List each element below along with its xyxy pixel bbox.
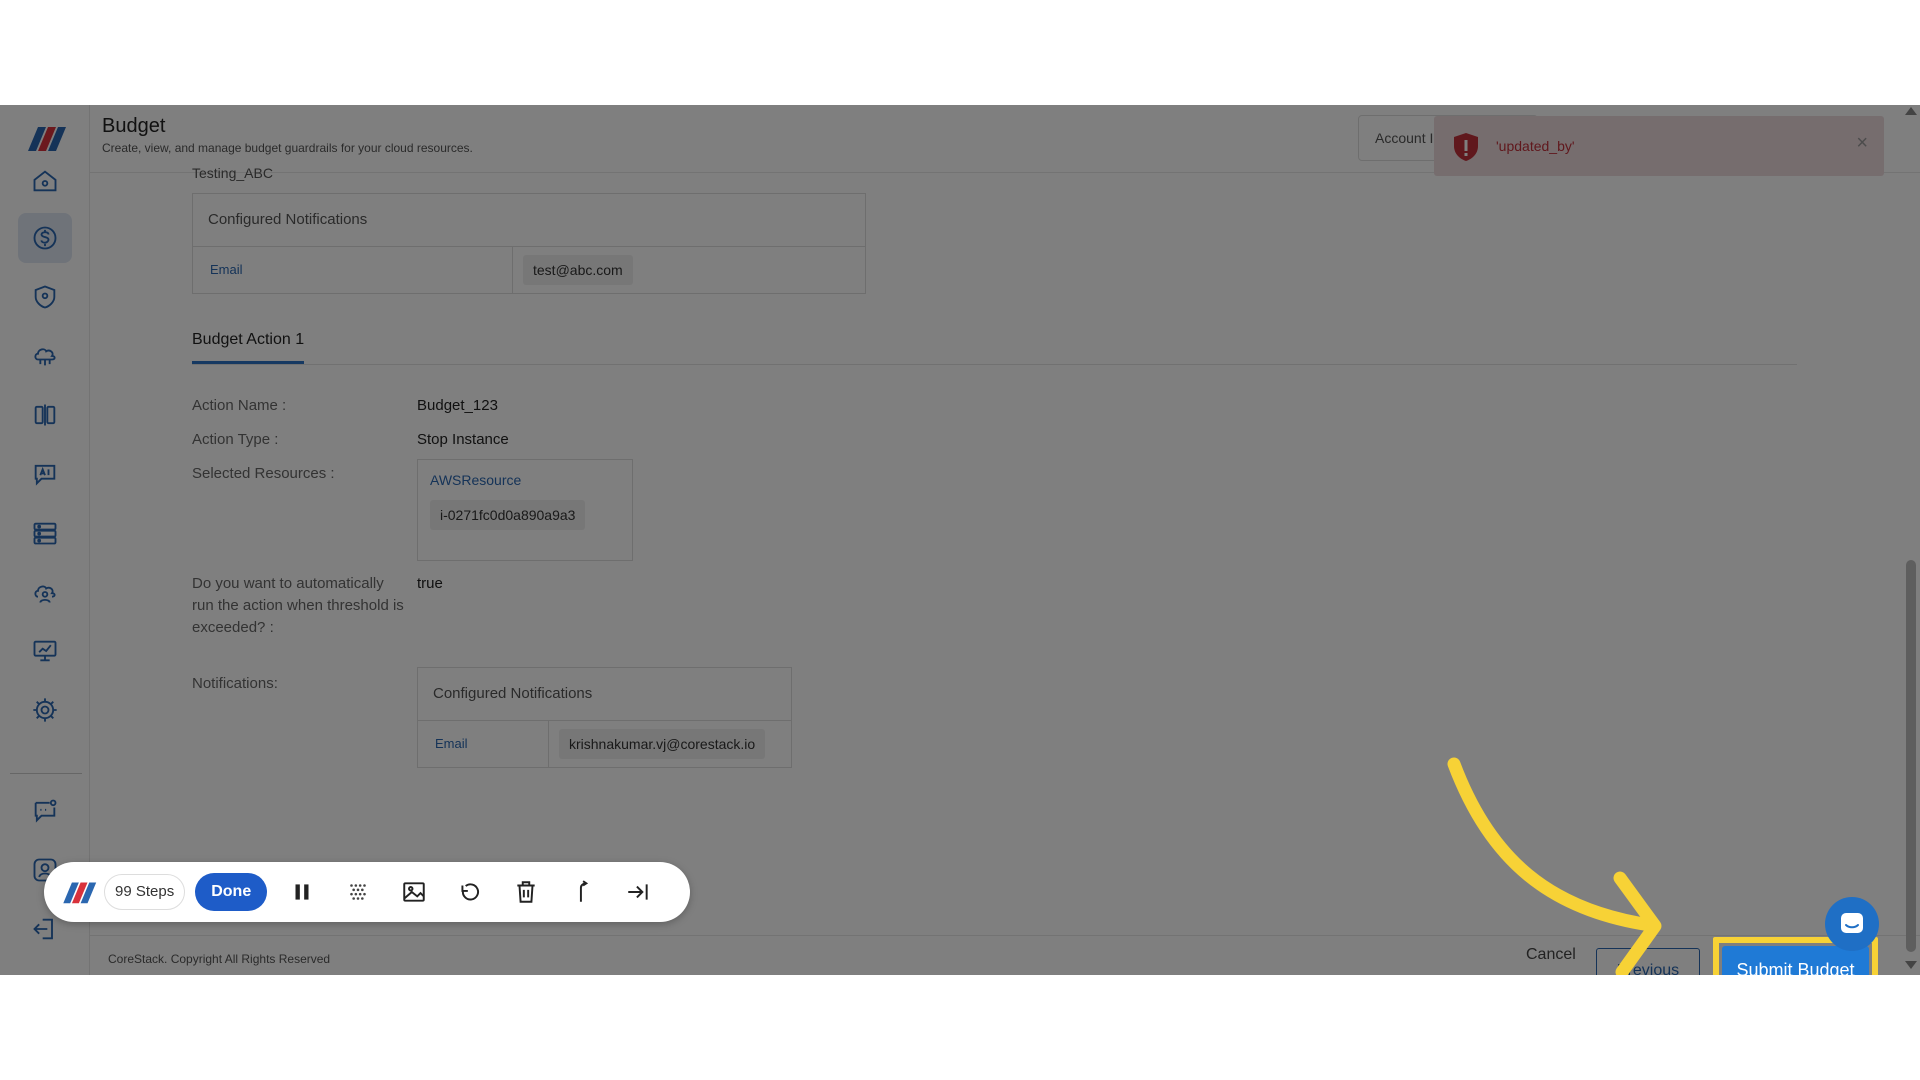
undo-icon xyxy=(461,883,480,901)
blur-icon xyxy=(350,884,367,900)
skip-end-icon xyxy=(628,884,648,900)
corestack-logo-small xyxy=(63,882,97,904)
undo-button[interactable] xyxy=(447,869,493,915)
delete-button[interactable] xyxy=(503,869,549,915)
skip-end-button[interactable] xyxy=(615,869,661,915)
app-frame: Budget Create, view, and manage budget g… xyxy=(0,105,1920,975)
annotation-arrow-icon xyxy=(1447,757,1662,975)
scroll-up-arrow-icon[interactable] xyxy=(1905,107,1917,115)
chat-icon xyxy=(1841,913,1863,933)
scroll-down-arrow-icon[interactable] xyxy=(1905,961,1917,969)
branch-icon xyxy=(580,880,589,902)
scroll-thumb[interactable] xyxy=(1906,560,1916,952)
image-button[interactable] xyxy=(391,869,437,915)
image-icon xyxy=(403,882,425,902)
done-button[interactable]: Done xyxy=(195,873,268,911)
chat-launcher-button[interactable] xyxy=(1825,897,1879,951)
pause-button[interactable] xyxy=(279,869,325,915)
steps-count[interactable]: 99 Steps xyxy=(104,874,186,910)
pause-icon xyxy=(295,884,309,900)
page-scrollbar[interactable] xyxy=(1902,105,1920,975)
recorder-toolbar: 99 Steps Done xyxy=(44,862,690,922)
blur-button[interactable] xyxy=(335,869,381,915)
branch-button[interactable] xyxy=(559,869,605,915)
trash-icon xyxy=(517,881,535,903)
